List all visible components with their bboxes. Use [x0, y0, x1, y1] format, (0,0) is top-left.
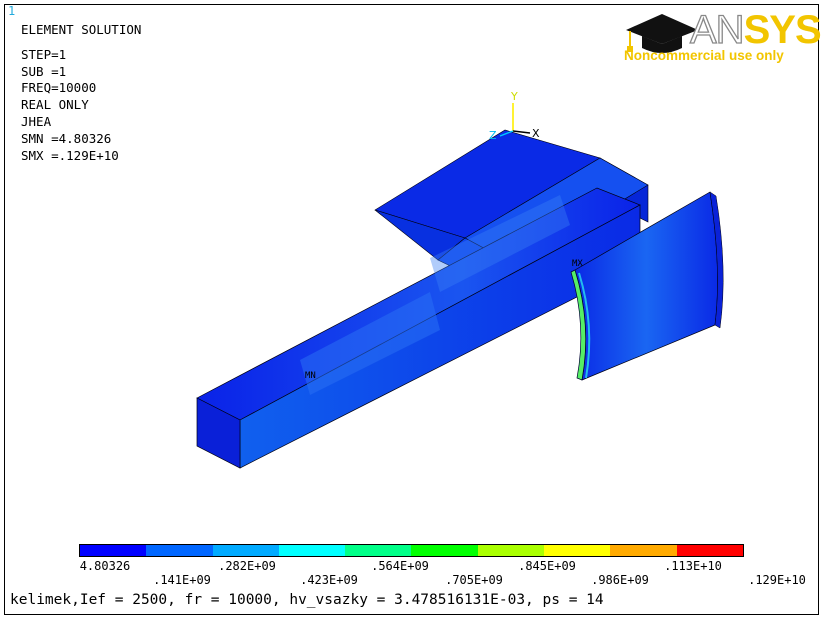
legend-segment-7 — [544, 545, 611, 556]
legend-label-top-0: 4.80326 — [79, 559, 131, 573]
max-marker: MX — [572, 259, 583, 269]
legend-label-bottom-3: .986E+09 — [591, 573, 649, 587]
legend-segment-6 — [477, 545, 545, 556]
legend-label-top-2: .564E+09 — [371, 559, 429, 573]
legend-segment-8 — [610, 545, 677, 556]
legend-label-top-1: .282E+09 — [218, 559, 276, 573]
legend-segment-1 — [146, 545, 213, 556]
triad-z-label: Z — [489, 129, 497, 142]
legend-segment-3 — [278, 545, 346, 556]
legend-label-bottom-2: .705E+09 — [445, 573, 503, 587]
legend-segment-0 — [80, 545, 147, 556]
contour-legend-bar — [79, 544, 744, 557]
legend-segment-9 — [676, 545, 743, 556]
legend-segment-4 — [345, 545, 412, 556]
legend-label-top-3: .845E+09 — [518, 559, 576, 573]
plot-subtitle: kelimek,Ief = 2500, fr = 10000, hv_vsazk… — [10, 592, 604, 608]
legend-label-bottom-1: .423E+09 — [300, 573, 358, 587]
legend-segment-2 — [212, 545, 279, 556]
triad-x-label: X — [532, 127, 540, 140]
fem-model-view: MX MN Y X Z — [196, 90, 724, 469]
legend-segment-5 — [411, 545, 478, 556]
min-marker: MN — [305, 371, 316, 381]
legend-label-bottom-4: .129E+10 — [748, 573, 806, 587]
legend-label-top-4: .113E+10 — [664, 559, 722, 573]
triad-y-label: Y — [510, 90, 518, 103]
legend-label-bottom-0: .141E+09 — [153, 573, 211, 587]
